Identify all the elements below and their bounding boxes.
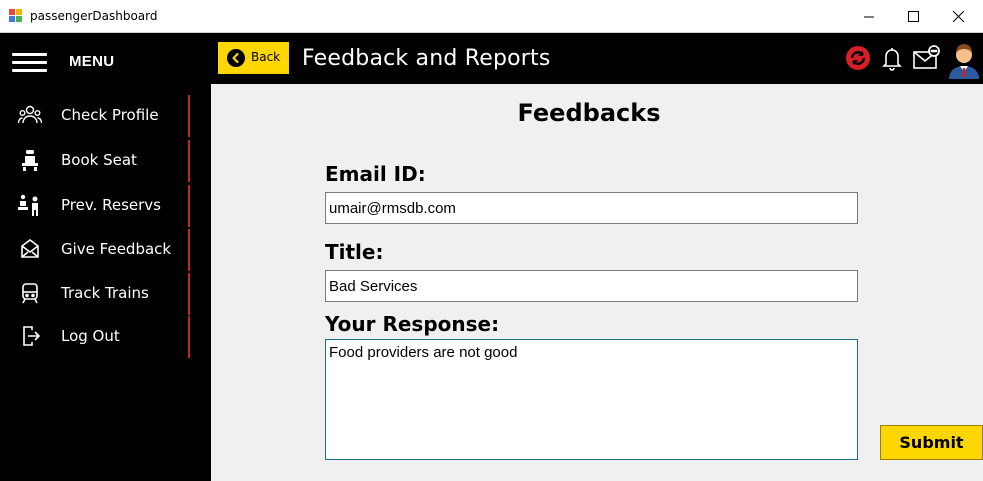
close-button[interactable] (936, 0, 981, 33)
hamburger-menu-icon[interactable] (12, 53, 47, 73)
profile-group-icon (18, 105, 42, 124)
sidebar-divider (188, 229, 190, 271)
sidebar-item-track-trains[interactable]: Track Trains (0, 273, 190, 315)
title-label: Title: (325, 240, 384, 264)
window-title: passengerDashboard (30, 9, 158, 23)
refresh-icon[interactable] (843, 43, 873, 73)
back-button-label: Back (251, 50, 281, 64)
sidebar-item-give-feedback[interactable]: Give Feedback (0, 229, 190, 271)
email-label: Email ID: (325, 162, 426, 186)
email-field[interactable] (325, 192, 858, 224)
sidebar-item-check-profile[interactable]: Check Profile (0, 95, 190, 137)
minimize-button[interactable] (847, 0, 892, 33)
sidebar-item-log-out[interactable]: Log Out (0, 316, 190, 358)
sidebar: MENU Check Profile Book Seat Prev. Reser… (0, 33, 211, 481)
bell-icon[interactable] (877, 43, 907, 73)
seat-icon (22, 150, 38, 171)
reservations-icon (18, 194, 38, 216)
page-header: Back Feedback and Reports (211, 33, 983, 84)
message-icon[interactable] (911, 43, 941, 73)
sidebar-item-label: Prev. Reservs (61, 196, 161, 214)
sidebar-item-label: Track Trains (61, 284, 149, 302)
sidebar-item-prev-reservs[interactable]: Prev. Reservs (0, 185, 190, 227)
logout-icon (23, 326, 41, 346)
main-content: Feedbacks Email ID: Title: Your Response… (211, 84, 983, 481)
sidebar-item-label: Book Seat (61, 151, 137, 169)
sidebar-divider (188, 185, 190, 227)
response-textarea[interactable]: Food providers are not good (325, 339, 858, 460)
window-titlebar: passengerDashboard (0, 0, 983, 33)
sidebar-divider (188, 316, 190, 358)
sidebar-item-label: Check Profile (61, 106, 159, 124)
app-icon (9, 9, 22, 22)
user-avatar-icon[interactable] (947, 39, 981, 79)
close-icon (953, 11, 964, 22)
sidebar-item-book-seat[interactable]: Book Seat (0, 140, 190, 182)
title-field[interactable] (325, 270, 858, 302)
back-button[interactable]: Back (218, 42, 289, 74)
maximize-icon (908, 11, 919, 22)
submit-button[interactable]: Submit (880, 425, 983, 460)
menu-title: MENU (69, 53, 115, 70)
chevron-left-icon (227, 49, 245, 67)
feedback-envelope-icon (21, 239, 39, 258)
sidebar-item-label: Give Feedback (61, 240, 172, 258)
sidebar-item-label: Log Out (61, 327, 120, 345)
page-title: Feedback and Reports (302, 46, 551, 71)
maximize-button[interactable] (891, 0, 936, 33)
sidebar-divider (188, 273, 190, 315)
response-label: Your Response: (325, 312, 500, 336)
train-icon (22, 283, 38, 304)
sidebar-divider (188, 95, 190, 137)
sidebar-divider (188, 140, 190, 182)
minimize-icon (864, 16, 874, 18)
form-heading: Feedbacks (517, 99, 661, 127)
